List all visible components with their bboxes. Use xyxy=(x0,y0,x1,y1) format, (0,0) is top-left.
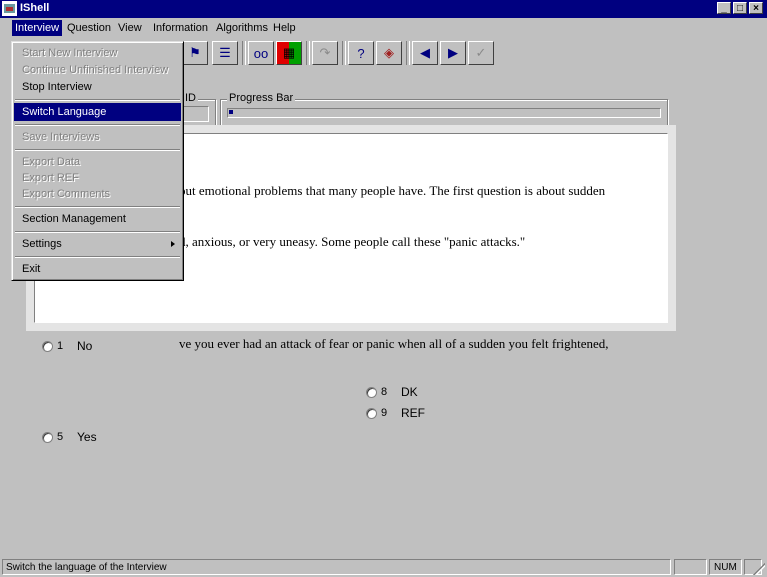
interview-menu: Start New Interview Continue Unfinished … xyxy=(11,41,184,281)
menu-item-start-new-interview[interactable]: Start New Interview xyxy=(14,44,181,62)
answer-label: REF xyxy=(401,406,425,420)
answer-code: 8 xyxy=(381,386,388,398)
toolbar-separator xyxy=(242,41,246,65)
menu-interview[interactable]: Interview xyxy=(12,20,63,36)
menu-separator xyxy=(15,124,180,126)
answer-code: 9 xyxy=(381,407,388,419)
menu-item-export-comments[interactable]: Export Comments xyxy=(14,185,181,203)
id-label: ID xyxy=(183,92,198,104)
menu-item-switch-language[interactable]: Switch Language xyxy=(14,103,181,121)
menu-separator xyxy=(15,149,180,151)
menu-item-stop-interview[interactable]: Stop Interview xyxy=(14,78,181,96)
checkmark-icon[interactable]: ✓ xyxy=(468,41,494,65)
progress-label: Progress Bar xyxy=(227,92,296,104)
menu-bar: Interview Question View Information Algo… xyxy=(0,18,767,38)
menu-item-settings[interactable]: Settings xyxy=(14,235,181,253)
menu-algorithms[interactable]: Algorithms xyxy=(213,20,271,36)
flag-icon[interactable]: ⚑ xyxy=(182,41,208,65)
menu-information[interactable]: Information xyxy=(150,20,211,36)
next-arrow-icon[interactable]: ▶ xyxy=(440,41,466,65)
minimize-icon[interactable]: _ xyxy=(717,2,731,14)
close-icon[interactable]: × xyxy=(749,2,763,14)
toolbar-separator xyxy=(306,41,310,65)
toolbar-separator xyxy=(406,41,410,65)
radio-button-icon[interactable] xyxy=(366,407,377,419)
menu-separator xyxy=(15,206,180,208)
menu-question[interactable]: Question xyxy=(64,20,114,36)
answer-option-no[interactable]: 1 No xyxy=(42,339,92,353)
radio-button-icon[interactable] xyxy=(366,386,377,398)
menu-view[interactable]: View xyxy=(115,20,145,36)
glasses-icon[interactable]: oo xyxy=(248,41,274,65)
help-icon[interactable]: ? xyxy=(348,41,374,65)
radio-button-icon[interactable] xyxy=(42,431,53,443)
answer-label: Yes xyxy=(77,430,97,444)
answer-label: DK xyxy=(401,385,418,399)
menu-item-settings-label: Settings xyxy=(22,238,62,250)
window-title: IShell xyxy=(20,2,50,14)
title-bar: IShell _ □ × xyxy=(0,0,767,18)
answer-label: No xyxy=(77,339,93,353)
book-icon[interactable]: ◈ xyxy=(376,41,402,65)
status-pane-num: NUM xyxy=(709,559,742,575)
app-icon[interactable] xyxy=(2,1,17,16)
maximize-icon[interactable]: □ xyxy=(733,2,747,14)
menu-help[interactable]: Help xyxy=(270,20,299,36)
menu-item-save-interviews[interactable]: Save Interviews xyxy=(14,128,181,146)
progress-group: Progress Bar xyxy=(220,92,668,127)
menu-separator xyxy=(15,256,180,258)
checklist-icon[interactable]: ☰ xyxy=(212,41,238,65)
menu-item-continue-unfinished-interview[interactable]: Continue Unfinished Interview xyxy=(14,61,181,79)
submenu-arrow-icon xyxy=(171,241,175,247)
answer-option-yes[interactable]: 5 Yes xyxy=(42,430,97,444)
answer-code: 1 xyxy=(57,340,64,352)
answer-option-dk[interactable]: 8 DK xyxy=(366,385,418,399)
menu-item-exit[interactable]: Exit xyxy=(14,260,181,278)
window-controls: _ □ × xyxy=(717,2,763,14)
menu-item-section-management[interactable]: Section Management xyxy=(14,210,181,228)
color-grid-icon[interactable]: ▦ xyxy=(276,41,302,65)
previous-arrow-icon[interactable]: ◀ xyxy=(412,41,438,65)
answer-option-ref[interactable]: 9 REF xyxy=(366,406,425,420)
status-message: Switch the language of the Interview xyxy=(2,559,671,575)
question-line-3: ve you ever had an attack of fear or pan… xyxy=(179,336,609,351)
status-pane-1 xyxy=(674,559,707,575)
answer-code: 5 xyxy=(57,431,64,443)
toolbar-separator xyxy=(342,41,346,65)
skip-icon[interactable]: ↷ xyxy=(312,41,338,65)
progress-bar xyxy=(227,108,661,118)
radio-button-icon[interactable] xyxy=(42,340,53,352)
progress-fill xyxy=(229,110,233,114)
status-bar: Switch the language of the Interview NUM xyxy=(0,556,767,577)
resize-grip-icon[interactable] xyxy=(753,563,765,575)
menu-separator xyxy=(15,99,180,101)
menu-separator xyxy=(15,231,180,233)
